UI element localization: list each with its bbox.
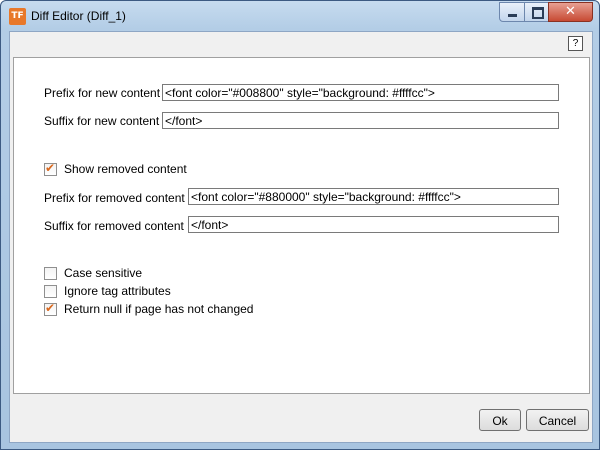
window-title: Diff Editor (Diff_1)	[31, 9, 126, 23]
ok-button[interactable]: Ok	[479, 409, 521, 431]
dialog-window: TF Diff Editor (Diff_1) ✕ ? Prefix for n…	[0, 0, 600, 450]
checkmark-icon: ✔	[45, 301, 56, 315]
return-null-checkbox[interactable]: ✔	[44, 301, 57, 316]
checkmark-icon: ✔	[45, 161, 56, 175]
return-null-label: Return null if page has not changed	[64, 302, 254, 316]
dialog-client-area: ? Prefix for new content <font color="#0…	[9, 31, 593, 443]
help-button[interactable]: ?	[568, 36, 583, 51]
prefix-new-input[interactable]: <font color="#008800" style="background:…	[162, 84, 559, 101]
title-bar[interactable]: TF Diff Editor (Diff_1) ✕	[1, 1, 599, 31]
cancel-button[interactable]: Cancel	[526, 409, 589, 431]
case-sensitive-label: Case sensitive	[64, 266, 143, 280]
settings-panel: Prefix for new content <font color="#008…	[13, 57, 590, 394]
close-icon: ✕	[565, 4, 576, 19]
minimize-icon	[508, 14, 517, 17]
ignore-tag-attributes-checkbox[interactable]	[44, 285, 57, 298]
minimize-button[interactable]	[499, 2, 526, 22]
app-logo-icon: TF	[9, 8, 26, 25]
suffix-removed-input[interactable]: </font>	[188, 216, 559, 233]
ignore-tag-attributes-label: Ignore tag attributes	[64, 284, 171, 298]
show-removed-checkbox[interactable]: ✔	[44, 161, 57, 176]
prefix-removed-input[interactable]: <font color="#880000" style="background:…	[188, 188, 559, 205]
suffix-new-input[interactable]: </font>	[162, 112, 559, 129]
show-removed-label: Show removed content	[64, 162, 187, 176]
suffix-removed-label: Suffix for removed content	[44, 219, 184, 233]
prefix-removed-label: Prefix for removed content	[44, 191, 185, 205]
maximize-button[interactable]	[524, 2, 550, 22]
close-button[interactable]: ✕	[548, 2, 593, 22]
case-sensitive-checkbox[interactable]	[44, 267, 57, 280]
maximize-icon	[532, 7, 544, 19]
prefix-new-label: Prefix for new content	[44, 86, 161, 100]
suffix-new-label: Suffix for new content	[44, 114, 160, 128]
